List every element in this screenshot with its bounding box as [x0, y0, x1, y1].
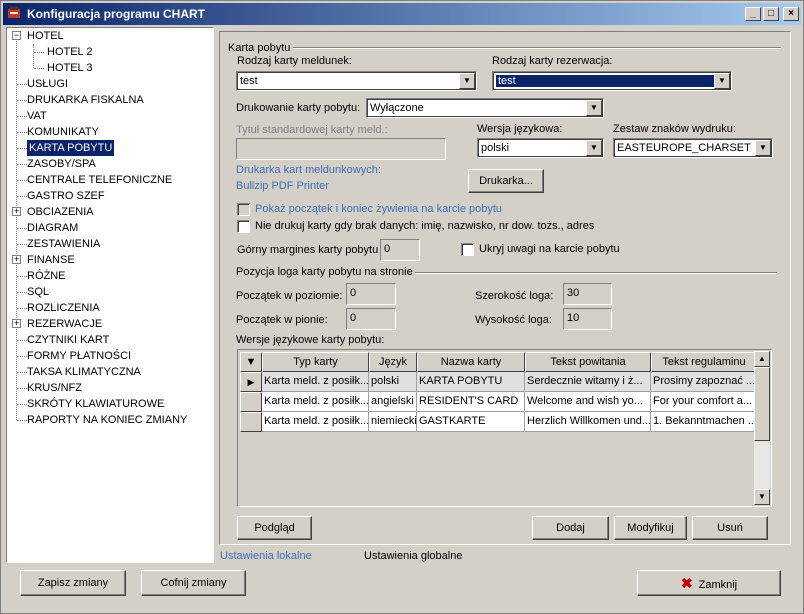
drukarka-value: Bullzip PDF Printer [236, 180, 329, 192]
wersje-label: Wersje językowe karty pobytu: [236, 334, 385, 346]
grid-scrollbar[interactable]: ▲ ▼ [754, 351, 770, 505]
usun-button[interactable]: Usuń [692, 516, 768, 540]
drukowanie-select[interactable]: Wyłączone ▼ [366, 98, 604, 118]
group-title: Karta pobytu [228, 42, 291, 54]
chevron-down-icon[interactable]: ▼ [586, 100, 602, 116]
tytul-label: Tytuł standardowej karty meld.: [236, 124, 388, 136]
wersje-grid[interactable]: ▼ Typ karty Język Nazwa karty Tekst powi… [237, 349, 772, 507]
table-cell[interactable]: Karta meld. z posiłk... [262, 372, 369, 392]
expand-rezerwacje-icon[interactable]: + [12, 319, 21, 328]
expand-finanse-icon[interactable]: + [12, 255, 21, 264]
chevron-down-icon[interactable]: ▼ [459, 73, 475, 89]
col-tekst-regulaminu[interactable]: Tekst regulaminu [651, 352, 757, 372]
podglad-button[interactable]: Podgląd [237, 516, 312, 540]
table-cell[interactable]: KARTA POBYTU [417, 372, 525, 392]
pozycja-divider [415, 272, 777, 274]
wersja-select[interactable]: polski ▼ [477, 138, 604, 158]
revert-button[interactable]: Cofnij zmiany [141, 570, 246, 596]
group-divider [293, 47, 781, 49]
table-cell[interactable]: niemiecki [369, 412, 417, 432]
table-cell[interactable]: Welcome and wish yo... [525, 392, 651, 412]
table-cell[interactable]: RESIDENT'S CARD [417, 392, 525, 412]
wysokosc-label: Wysokość loga: [475, 314, 552, 326]
table-cell[interactable]: Prosimy zapoznać ... [651, 372, 757, 392]
chk-poczatek-checkbox[interactable] [237, 203, 250, 216]
zestaw-select[interactable]: EASTEUROPE_CHARSET ▼ [613, 138, 773, 158]
col-nazwa-karty[interactable]: Nazwa karty [417, 352, 525, 372]
rodzaj-rezerwacja-select[interactable]: test ▼ [492, 71, 732, 91]
table-cell[interactable]: Karta meld. z posiłk... [262, 392, 369, 412]
dodaj-button[interactable]: Dodaj [532, 516, 609, 540]
chk-ukryj-checkbox[interactable] [461, 243, 474, 256]
minimize-button[interactable]: _ [745, 7, 761, 21]
tytul-input[interactable] [236, 138, 446, 160]
chevron-down-icon[interactable]: ▼ [755, 140, 771, 156]
maximize-button[interactable]: □ [763, 7, 779, 21]
close-icon: ✖ [680, 575, 693, 591]
window-title: Konfiguracja programu CHART [27, 7, 206, 21]
app-icon [7, 6, 21, 20]
wysokosc-input[interactable]: 10 [563, 308, 612, 330]
table-cell[interactable]: angielski [369, 392, 417, 412]
scroll-down-icon[interactable]: ▼ [754, 489, 770, 505]
table-cell[interactable]: GASTKARTE [417, 412, 525, 432]
rodzaj-meldunek-select[interactable]: test ▼ [236, 71, 477, 91]
zestaw-label: Zestaw znaków wydruku: [613, 123, 736, 135]
row-header[interactable] [240, 412, 262, 432]
szerokosc-label: Szerokość loga: [475, 290, 554, 302]
title-bar: Konfiguracja programu CHART _ □ × [3, 3, 801, 25]
col-tekst-powitania[interactable]: Tekst powitania [525, 352, 651, 372]
wersja-label: Wersja językowa: [477, 123, 563, 135]
drukowanie-label: Drukowanie karty pobytu: [236, 102, 361, 114]
szerokosc-input[interactable]: 30 [563, 283, 612, 305]
scroll-up-icon[interactable]: ▲ [754, 351, 770, 367]
expand-obciazenia-icon[interactable]: + [12, 207, 21, 216]
settings-tree[interactable]: − HOTEL HOTEL 2 HOTEL 3 USŁUGI DRUKARKA … [6, 27, 214, 563]
table-cell[interactable]: Karta meld. z posiłk... [262, 412, 369, 432]
pozycja-title: Pozycja loga karty pobytu na stronie [236, 266, 413, 278]
poczatek-pion-label: Początek w pionie: [236, 314, 328, 326]
table-cell[interactable]: polski [369, 372, 417, 392]
table-cell[interactable]: Serdecznie witamy i ż... [525, 372, 651, 392]
config-window: Konfiguracja programu CHART _ □ × − HOTE… [0, 0, 804, 614]
margines-input[interactable]: 0 [380, 239, 420, 261]
col-typ-karty[interactable]: Typ karty [262, 352, 369, 372]
poczatek-pion-input[interactable]: 0 [346, 308, 396, 330]
save-button[interactable]: Zapisz zmiany [20, 570, 126, 596]
grid-corner[interactable]: ▼ [240, 352, 262, 372]
tab-local-settings[interactable]: Ustawienia lokalne [220, 550, 312, 562]
rodzaj-rezerwacja-label: Rodzaj karty rezerwacja: [492, 55, 613, 67]
chk-poczatek-label: Pokaż początek i koniec żywienia na karc… [255, 203, 503, 215]
expand-hotel-icon[interactable]: − [12, 31, 21, 40]
table-cell[interactable]: For your comfort a... [651, 392, 757, 412]
poczatek-poziom-label: Początek w poziomie: [236, 290, 343, 302]
close-window-button[interactable]: × [783, 7, 799, 21]
col-jezyk[interactable]: Język [369, 352, 417, 372]
row-header[interactable] [240, 392, 262, 412]
table-cell[interactable]: 1. Bekanntmachen ... [651, 412, 757, 432]
chevron-down-icon[interactable]: ▼ [586, 140, 602, 156]
table-cell[interactable]: Herzlich Willkomen und... [525, 412, 651, 432]
chevron-down-icon[interactable]: ▼ [714, 73, 730, 89]
drukarka-label: Drukarka kart meldunkowych: [236, 164, 381, 176]
chk-nie-drukuj-label: Nie drukuj karty gdy brak danych: imię, … [255, 220, 595, 232]
chk-nie-drukuj-checkbox[interactable] [237, 220, 250, 233]
poczatek-poziom-input[interactable]: 0 [346, 283, 396, 305]
close-button[interactable]: ✖ Zamknij [637, 570, 781, 596]
rodzaj-meldunek-label: Rodzaj karty meldunek: [237, 55, 352, 67]
chk-ukryj-label: Ukryj uwagi na karcie pobytu [479, 243, 620, 255]
scroll-thumb[interactable] [754, 367, 770, 441]
tab-global-settings[interactable]: Ustawienia globalne [364, 550, 462, 562]
margines-label: Górny margines karty pobytu [237, 244, 379, 256]
modyfikuj-button[interactable]: Modyfikuj [614, 516, 687, 540]
drukarka-button[interactable]: Drukarka... [468, 169, 544, 193]
row-indicator-icon[interactable]: ▶ [240, 372, 262, 392]
